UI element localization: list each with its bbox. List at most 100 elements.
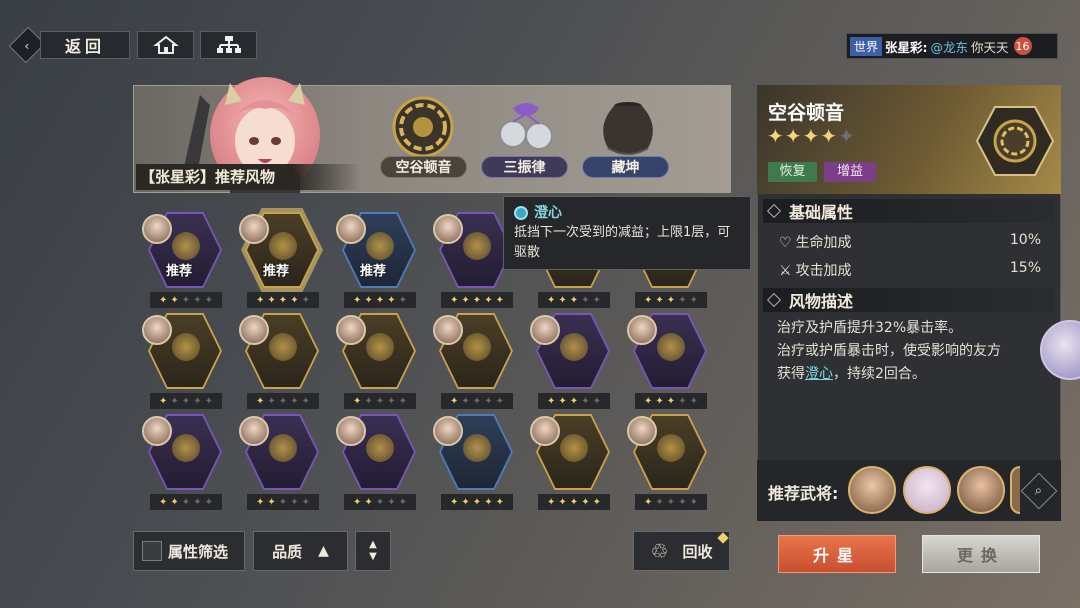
banner-item-label: 藏坤 xyxy=(582,156,669,178)
item-slot[interactable]: ✦ ✦ ✦ ✦ ✦ xyxy=(239,313,323,413)
banner-item-kongu-icon[interactable] xyxy=(390,96,456,158)
owner-avatar xyxy=(142,315,172,345)
sort-quality-button[interactable]: 品质 ▲ xyxy=(253,531,348,571)
star-icon: ✦ xyxy=(569,395,579,407)
attribute-filter-button[interactable]: 属性筛选 xyxy=(133,531,245,571)
star-icon: ✦ xyxy=(484,395,493,407)
star-icon: ✦ xyxy=(558,294,567,306)
item-slot[interactable]: 推荐 ✦ ✦ ✦ ✦ ✦ xyxy=(142,212,226,312)
star-icon: ✦ xyxy=(472,496,482,508)
item-slot[interactable]: ✦ ✦ ✦ ✦ ✦ xyxy=(530,313,614,413)
item-slot[interactable]: ✦ ✦ ✦ ✦ ✦ xyxy=(627,313,711,413)
star-icon: ✦ xyxy=(364,294,373,306)
item-slot[interactable]: ✦ ✦ ✦ ✦ ✦ xyxy=(142,414,226,514)
attr-row-attack: ⚔ 攻击加成 15% xyxy=(779,260,1041,280)
star-icon: ✦ xyxy=(689,496,698,508)
star-icon: ✦ xyxy=(290,294,299,306)
star-icon: ✦ xyxy=(558,496,567,508)
desc-line: ，持续2回合。 xyxy=(833,366,926,382)
chat-message: 你天天 xyxy=(971,39,1009,55)
recommend-label: 推荐 xyxy=(360,264,387,279)
star-icon: ✦ xyxy=(387,496,396,508)
general-avatar[interactable] xyxy=(903,466,951,514)
tooltip-title: 澄心 xyxy=(534,205,562,221)
back-label: 返回 xyxy=(64,37,105,56)
item-slot[interactable]: ✦ ✦ ✦ ✦ ✦ xyxy=(336,313,420,413)
general-avatar[interactable] xyxy=(1010,466,1020,514)
chat-mention: @龙东 xyxy=(930,39,969,55)
checkbox-icon[interactable] xyxy=(142,541,162,561)
tooltip-text: 抵挡下一次受到的减益；上限1层，可驱散 xyxy=(514,225,731,260)
heart-icon: ♡ xyxy=(779,235,792,251)
replace-label: 更换 xyxy=(956,546,1005,565)
star-icon: ✦ xyxy=(802,124,821,148)
owner-avatar xyxy=(142,416,172,446)
star-icon: ✦ xyxy=(461,294,470,306)
sort-label: 品质 xyxy=(272,542,303,561)
sort-order-toggle[interactable]: ▲ ▼ xyxy=(355,531,391,571)
star-icon: ✦ xyxy=(256,496,265,508)
star-rating: ✦ ✦ ✦ ✦ ✦ xyxy=(635,494,707,510)
star-icon: ✦ xyxy=(387,294,396,306)
star-icon: ✦ xyxy=(278,496,288,508)
star-icon: ✦ xyxy=(689,294,698,306)
general-avatar[interactable] xyxy=(848,466,896,514)
item-slot[interactable]: ✦ ✦ ✦ ✦ ✦ xyxy=(239,414,323,514)
home-button[interactable] xyxy=(137,31,194,59)
recommend-label: 推荐 xyxy=(263,264,290,279)
hierarchy-button[interactable] xyxy=(200,31,257,59)
star-icon: ✦ xyxy=(204,496,213,508)
banner-title: 【张星彩】推荐风物 xyxy=(136,164,360,190)
star-rating: ✦ ✦ ✦ ✦ ✦ xyxy=(344,292,416,308)
star-rating: ✦ ✦ ✦ ✦ ✦ xyxy=(441,292,513,308)
star-icon: ✦ xyxy=(301,496,310,508)
recommend-label: 推荐 xyxy=(166,264,193,279)
tag-buff: 增益 xyxy=(824,162,876,182)
item-slot[interactable]: ✦ ✦ ✦ ✦ ✦ xyxy=(433,313,517,413)
item-slot[interactable]: 推荐 ✦ ✦ ✦ ✦ ✦ xyxy=(336,212,420,312)
banner-item-zangkun-icon[interactable] xyxy=(594,98,662,158)
star-icon: ✦ xyxy=(644,395,653,407)
recycle-icon: ♲ xyxy=(650,539,669,563)
item-slot[interactable]: 推荐 ✦ ✦ ✦ ✦ ✦ xyxy=(239,212,323,312)
star-icon: ✦ xyxy=(159,294,168,306)
star-icon: ✦ xyxy=(655,496,664,508)
detail-item-icon xyxy=(975,106,1055,176)
star-icon: ✦ xyxy=(644,294,653,306)
replace-button[interactable]: 更换 xyxy=(922,535,1040,573)
star-icon: ✦ xyxy=(398,496,407,508)
item-slot[interactable]: ✦ ✦ ✦ ✦ ✦ xyxy=(433,414,517,514)
recommended-generals-label: 推荐武将: xyxy=(768,484,839,503)
star-icon: ✦ xyxy=(820,124,839,148)
star-icon: ✦ xyxy=(267,294,276,306)
star-rating: ✦ ✦ ✦ ✦ ✦ xyxy=(635,292,707,308)
item-slot[interactable]: ✦ ✦ ✦ ✦ ✦ xyxy=(530,414,614,514)
keyword-link[interactable]: 澄心 xyxy=(805,366,833,382)
star-icon: ✦ xyxy=(655,395,664,407)
world-chat-bar[interactable]: 世界 张星彩: @龙东 你天天 16 xyxy=(846,33,1058,59)
recycle-button[interactable]: ♲ 回收 xyxy=(633,531,730,571)
notice-dot-icon xyxy=(717,532,729,544)
star-icon: ✦ xyxy=(278,395,288,407)
attr-label: 攻击加成 xyxy=(795,263,852,279)
star-icon: ✦ xyxy=(495,294,504,306)
desc-line: 治疗或护盾暴击时，使受影响的友方 xyxy=(777,343,1001,359)
star-rating: ✦ ✦ ✦ ✦ ✦ xyxy=(247,393,319,409)
item-slot[interactable]: ✦ ✦ ✦ ✦ ✦ xyxy=(627,414,711,514)
owner-avatar xyxy=(627,315,657,345)
star-icon: ✦ xyxy=(353,496,362,508)
star-rating: ✦ ✦ ✦ ✦ ✦ xyxy=(247,494,319,510)
attr-label: 生命加成 xyxy=(795,235,852,251)
sort-ascending-icon: ▲ xyxy=(318,543,329,559)
banner-item-sanzhenlv-icon[interactable] xyxy=(495,100,557,156)
basic-attributes-header: 基础属性 xyxy=(763,199,1055,223)
star-icon: ✦ xyxy=(387,395,396,407)
star-rating: ✦ ✦ ✦ ✦ ✦ xyxy=(635,393,707,409)
item-slot[interactable]: ✦ ✦ ✦ ✦ ✦ xyxy=(142,313,226,413)
owner-avatar xyxy=(336,214,366,244)
upgrade-star-button[interactable]: 升星 xyxy=(778,535,896,573)
buff-tooltip: 澄心 抵挡下一次受到的减益；上限1层，可驱散 xyxy=(503,196,751,270)
item-slot[interactable]: ✦ ✦ ✦ ✦ ✦ xyxy=(336,414,420,514)
back-button[interactable]: 返回 xyxy=(40,31,130,59)
general-avatar[interactable] xyxy=(957,466,1005,514)
